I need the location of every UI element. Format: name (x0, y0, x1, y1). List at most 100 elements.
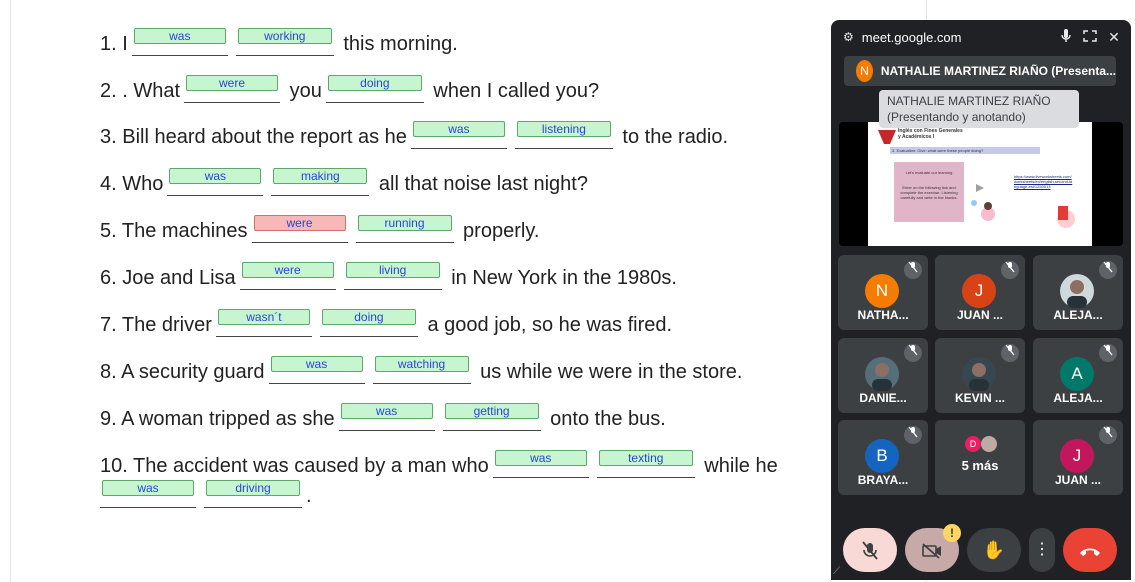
participant-tile[interactable]: B BRAYA... (838, 420, 928, 495)
answer-blank[interactable]: was (338, 403, 435, 431)
participant-name: NATHA... (857, 308, 909, 322)
sentence-text: us while we were in the store. (474, 361, 743, 383)
expand-icon[interactable] (1081, 28, 1099, 46)
mic-icon[interactable] (1057, 28, 1075, 46)
answer-blank[interactable]: was (167, 168, 264, 196)
sentence-text: 6. Joe and Lisa (100, 267, 236, 289)
sentence-text: onto the bus. (544, 408, 666, 430)
answer-blank[interactable]: making (271, 168, 370, 196)
presentation-slide: Inglés con Fines Generales y Académicos … (868, 122, 1092, 246)
answer-correct: was (169, 168, 262, 184)
sentence-text: 7. The driver (100, 314, 212, 336)
answer-blank[interactable]: wasn´t (215, 309, 312, 337)
participant-tile[interactable]: J JUAN ... (935, 255, 1025, 330)
answer-blank[interactable]: were (239, 262, 336, 290)
sentence-text: to the radio. (616, 126, 729, 148)
page: 1. I was working this morning. 2. . What wer… (0, 0, 1135, 582)
presenter-avatar: N (856, 60, 873, 82)
tooltip-line-1: NATHALIE MARTINEZ RIAÑO (887, 94, 1051, 108)
sentence-text: 5. The machines (100, 220, 248, 242)
left-margin-line (10, 0, 11, 582)
raise-hand-button[interactable]: ✋ (967, 528, 1021, 572)
resize-handle[interactable]: ⟋ (833, 566, 845, 578)
muted-mic-icon (1099, 261, 1117, 279)
more-photo (981, 436, 997, 452)
exercise-line: 3. Bill heard about the report as he was l… (100, 121, 729, 155)
answer-blank[interactable]: were (184, 75, 281, 103)
participant-name: DANIE... (859, 391, 907, 405)
sentence-text: when I called you? (427, 80, 600, 102)
answer-blank[interactable]: was (100, 480, 196, 508)
leave-call-button[interactable] (1063, 528, 1117, 572)
answer-blank[interactable]: doing (319, 309, 418, 337)
participant-tile[interactable]: DANIE... (838, 338, 928, 413)
tune-icon[interactable]: ⚙ (843, 30, 854, 44)
answer-blank[interactable]: working (235, 28, 334, 56)
sentence-text: 9. A woman tripped as she (100, 408, 335, 430)
presenter-bar[interactable]: N NATHALIE MARTINEZ RIAÑO (Presenta... (844, 56, 1116, 86)
end-call-icon (1080, 548, 1100, 557)
slide-title-2: y Académicos I (898, 134, 935, 140)
sentence-text: 2. . What (100, 80, 181, 102)
participant-avatar: B (865, 439, 899, 473)
exercise-line: 1. I was working this morning. (100, 28, 458, 62)
participant-tile[interactable]: N NATHA... (838, 255, 928, 330)
screen-share-view[interactable]: Inglés con Fines Generales y Académicos … (839, 122, 1123, 246)
participant-name: 5 más (961, 458, 999, 473)
participant-avatar: J (962, 274, 996, 308)
answer-correct: watching (374, 356, 469, 372)
exercise-line: 7. The driver wasn´t doing a good job, so … (100, 309, 672, 343)
answer-blank[interactable]: was (268, 356, 365, 384)
answer-blank[interactable]: watching (372, 356, 471, 384)
more-vert-icon: ⋮ (1034, 541, 1050, 558)
mic-off-button[interactable] (843, 528, 897, 572)
answer-blank[interactable]: texting (596, 450, 695, 478)
answer-blank[interactable]: doing (325, 75, 424, 103)
answer-correct: running (357, 215, 452, 231)
answer-correct: texting (598, 450, 693, 466)
answer-correct: was (494, 450, 587, 466)
answer-blank[interactable]: listening (514, 121, 613, 149)
sentence-text: 1. I (100, 33, 128, 55)
slide-subtitle: 3. Evaluation: Give: what were these peo… (892, 148, 984, 153)
more-options-button[interactable]: ⋮ (1029, 528, 1055, 572)
answer-correct: getting (444, 403, 539, 419)
slide-box: Let's evaluate our learning Enter on the… (896, 170, 962, 200)
sentence-text: . (306, 485, 312, 507)
answer-correct: living (345, 262, 440, 278)
exercise-line: 8. A security guard was watching us while … (100, 356, 743, 390)
answer-blank[interactable]: driving (204, 480, 302, 508)
slide-link[interactable]: https://www.liveworksheets.com/worksheet… (1014, 174, 1074, 189)
answer-blank[interactable]: was (131, 28, 228, 56)
mic-off-icon (862, 541, 878, 560)
answer-blank[interactable]: was (492, 450, 589, 478)
muted-mic-icon (1099, 426, 1117, 444)
participant-tile[interactable]: A ALEJA... (1033, 338, 1123, 413)
presenter-label: NATHALIE MARTINEZ RIAÑO (Presenta... (880, 64, 1116, 78)
meet-url: meet.google.com (861, 29, 962, 45)
sentence-text: you (284, 80, 322, 102)
sentence-text: in New York in the 1980s. (445, 267, 677, 289)
answer-blank[interactable]: running (355, 215, 454, 243)
participant-tile[interactable]: J JUAN ... (1033, 420, 1123, 495)
sentence-text: 10. The accident was caused by a man who (100, 455, 489, 477)
answer-blank[interactable]: living (343, 262, 442, 290)
exercise-line: 5. The machines were running properly. (100, 215, 540, 249)
sentence-text: properly. (457, 220, 540, 242)
answer-blank[interactable]: were (251, 215, 348, 243)
answer-blank[interactable]: getting (442, 403, 541, 431)
slide-box-text-1: Let's evaluate our learning (905, 170, 953, 175)
answer-correct: was (340, 403, 433, 419)
meet-pip-window: ⚙ meet.google.com ✕ N NATHALIE MARTINEZ … (831, 20, 1131, 580)
participant-name: JUAN ... (956, 308, 1003, 322)
participant-tile[interactable]: ALEJA... (1033, 255, 1123, 330)
presenter-tooltip: NATHALIE MARTINEZ RIAÑO (Presentando y a… (879, 90, 1079, 128)
close-icon[interactable]: ✕ (1105, 28, 1123, 46)
participant-tile[interactable]: KEVIN ... (935, 338, 1025, 413)
participant-tile[interactable]: D 5 más (935, 420, 1025, 495)
answer-correct: working (237, 28, 332, 44)
answer-correct: listening (516, 121, 611, 137)
answer-blank[interactable]: was (410, 121, 507, 149)
exercise-line: was driving. (96, 480, 312, 514)
slide-box-text-2: Enter on the following link and complete… (900, 185, 958, 200)
